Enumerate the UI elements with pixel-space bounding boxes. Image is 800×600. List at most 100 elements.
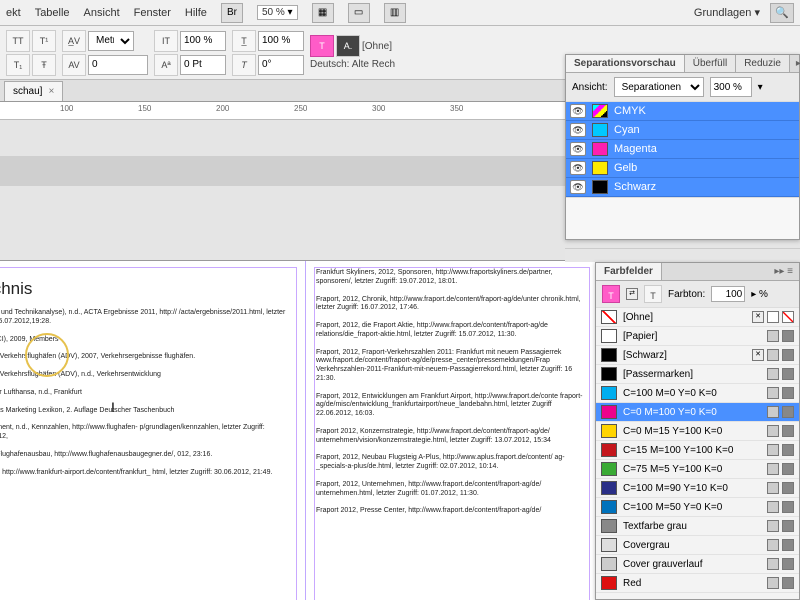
visibility-icon[interactable]: 👁 xyxy=(570,180,586,194)
swatch-name: Cover grauverlauf xyxy=(623,559,702,570)
tint-input[interactable] xyxy=(711,286,745,302)
stroke-text-icon[interactable]: T xyxy=(644,285,662,303)
visibility-icon[interactable]: 👁 xyxy=(570,104,586,118)
color-type-icon xyxy=(767,577,779,589)
kerning-icon[interactable]: A̲V xyxy=(62,30,86,52)
tint-label: Farbton: xyxy=(668,289,705,300)
color-type-icon xyxy=(767,330,779,342)
color-mode-icon xyxy=(782,387,794,399)
ink-swatch xyxy=(592,180,608,194)
swatch-row[interactable]: Cover grauverlauf xyxy=(596,555,799,574)
close-icon[interactable]: × xyxy=(48,86,54,97)
color-mode-icon xyxy=(782,444,794,456)
swatch-color xyxy=(601,386,617,400)
separation-row[interactable]: 👁Magenta xyxy=(566,140,799,159)
tab-overfill[interactable]: Überfüll xyxy=(685,55,736,72)
swap-icon[interactable]: ⇄ xyxy=(626,288,638,300)
separation-row[interactable]: 👁CMYK xyxy=(566,102,799,121)
zoom-select[interactable]: 50 % ▾ xyxy=(257,5,298,20)
menu-item[interactable]: Ansicht xyxy=(84,7,120,19)
noedit-icon: ✕ xyxy=(752,311,764,323)
swatch-color xyxy=(601,367,617,381)
char-style-value[interactable]: [Ohne] xyxy=(362,41,392,52)
baseline-icon[interactable]: Aª xyxy=(154,54,178,76)
swatch-name: [Papier] xyxy=(623,331,657,342)
swatch-name: [Ohne] xyxy=(623,312,653,323)
color-type-icon xyxy=(767,482,779,494)
separation-row[interactable]: 👁Cyan xyxy=(566,121,799,140)
workspace-dropdown[interactable]: Grundlagen ▾ xyxy=(694,6,760,19)
skew-input[interactable] xyxy=(258,55,304,75)
separation-row[interactable]: 👁Schwarz xyxy=(566,178,799,197)
swatch-row[interactable]: Red xyxy=(596,574,799,593)
subscript-icon[interactable]: T₁ xyxy=(6,54,30,76)
swatch-row[interactable]: C=100 M=0 Y=0 K=0 xyxy=(596,384,799,403)
hscale-input[interactable] xyxy=(258,31,304,51)
swatch-row[interactable]: C=100 M=90 Y=10 K=0 xyxy=(596,479,799,498)
ink-swatch xyxy=(592,123,608,137)
menu-item[interactable]: Hilfe xyxy=(185,7,207,19)
swatch-row[interactable]: C=75 M=5 Y=100 K=0 xyxy=(596,460,799,479)
superscript-icon[interactable]: T¹ xyxy=(32,30,56,52)
kerning-select[interactable]: Metrisch xyxy=(88,31,134,51)
panel-menu-icon[interactable]: ▸≡ xyxy=(790,55,800,72)
fill-text-icon[interactable]: T xyxy=(310,35,334,57)
view-options-icon[interactable]: ▦ xyxy=(312,3,334,23)
baseline-input[interactable] xyxy=(180,55,226,75)
vscale-input[interactable] xyxy=(180,31,226,51)
color-mode-icon xyxy=(782,577,794,589)
swatch-row[interactable]: [Ohne] ✕ xyxy=(596,308,799,327)
separation-row[interactable]: 👁 Gelb xyxy=(566,159,799,178)
tab-reduce[interactable]: Reduzie xyxy=(736,55,790,72)
color-mode-icon xyxy=(782,558,794,570)
swatch-row[interactable]: C=100 M=50 Y=0 K=0 xyxy=(596,498,799,517)
swatch-row[interactable]: [Papier] xyxy=(596,327,799,346)
panel-menu-icon[interactable]: ▸▸ ≡ xyxy=(768,263,799,280)
ink-name: Gelb xyxy=(614,162,637,174)
color-type-icon xyxy=(767,406,779,418)
swatch-row[interactable]: C=15 M=100 Y=100 K=0 xyxy=(596,441,799,460)
swatch-row[interactable]: Textfarbe grau xyxy=(596,517,799,536)
swatch-row[interactable]: [Schwarz]✕ xyxy=(596,346,799,365)
menu-item[interactable]: Fenster xyxy=(134,7,171,19)
swatch-name: C=100 M=50 Y=0 K=0 xyxy=(623,502,722,513)
swatch-name: [Passermarken] xyxy=(623,369,693,380)
bridge-icon[interactable]: Br xyxy=(221,3,243,23)
swatch-row[interactable]: [Passermarken] xyxy=(596,365,799,384)
strikethrough-icon[interactable]: Ŧ xyxy=(32,54,56,76)
document-tab[interactable]: schau]× xyxy=(4,81,63,101)
char-style-icon[interactable]: A. xyxy=(336,35,360,57)
swatch-row[interactable]: C=0 M=15 Y=100 K=0 xyxy=(596,422,799,441)
color-mode-icon xyxy=(782,349,794,361)
tracking-icon[interactable]: AV xyxy=(62,54,86,76)
skew-icon[interactable]: T xyxy=(232,54,256,76)
swatch-name: C=75 M=5 Y=100 K=0 xyxy=(623,464,722,475)
swatch-color xyxy=(601,310,617,324)
swatch-name: Covergrau xyxy=(623,540,670,551)
visibility-icon[interactable]: 👁 xyxy=(570,123,586,137)
tracking-input[interactable] xyxy=(88,55,148,75)
screen-mode-icon[interactable]: ▭ xyxy=(348,3,370,23)
swatch-color xyxy=(601,348,617,362)
swatch-color xyxy=(601,576,617,590)
arrange-icon[interactable]: ▥ xyxy=(384,3,406,23)
visibility-icon[interactable]: 👁 xyxy=(570,161,586,175)
swatch-name: C=0 M=15 Y=100 K=0 xyxy=(623,426,722,437)
tab-swatches[interactable]: Farbfelder xyxy=(596,263,662,280)
vscale-icon[interactable]: IT xyxy=(154,30,178,52)
visibility-icon[interactable]: 👁 xyxy=(570,142,586,156)
sep-zoom-input[interactable] xyxy=(710,77,752,97)
char-icon[interactable]: TT xyxy=(6,30,30,52)
hscale-icon[interactable]: T̲ xyxy=(232,30,256,52)
menu-item[interactable]: Tabelle xyxy=(35,7,70,19)
swatch-row[interactable]: C=0 M=100 Y=0 K=0 xyxy=(596,403,799,422)
fill-icon[interactable]: T xyxy=(602,285,620,303)
language-label[interactable]: Deutsch: Alte Rech xyxy=(310,59,395,70)
menu-item[interactable]: ekt xyxy=(6,7,21,19)
color-mode-icon xyxy=(782,482,794,494)
color-mode-icon xyxy=(782,520,794,532)
swatch-row[interactable]: Covergrau xyxy=(596,536,799,555)
tab-separations[interactable]: Separationsvorschau xyxy=(566,55,685,72)
ansicht-select[interactable]: Separationen xyxy=(614,77,704,97)
search-icon[interactable]: 🔍 xyxy=(770,3,794,23)
